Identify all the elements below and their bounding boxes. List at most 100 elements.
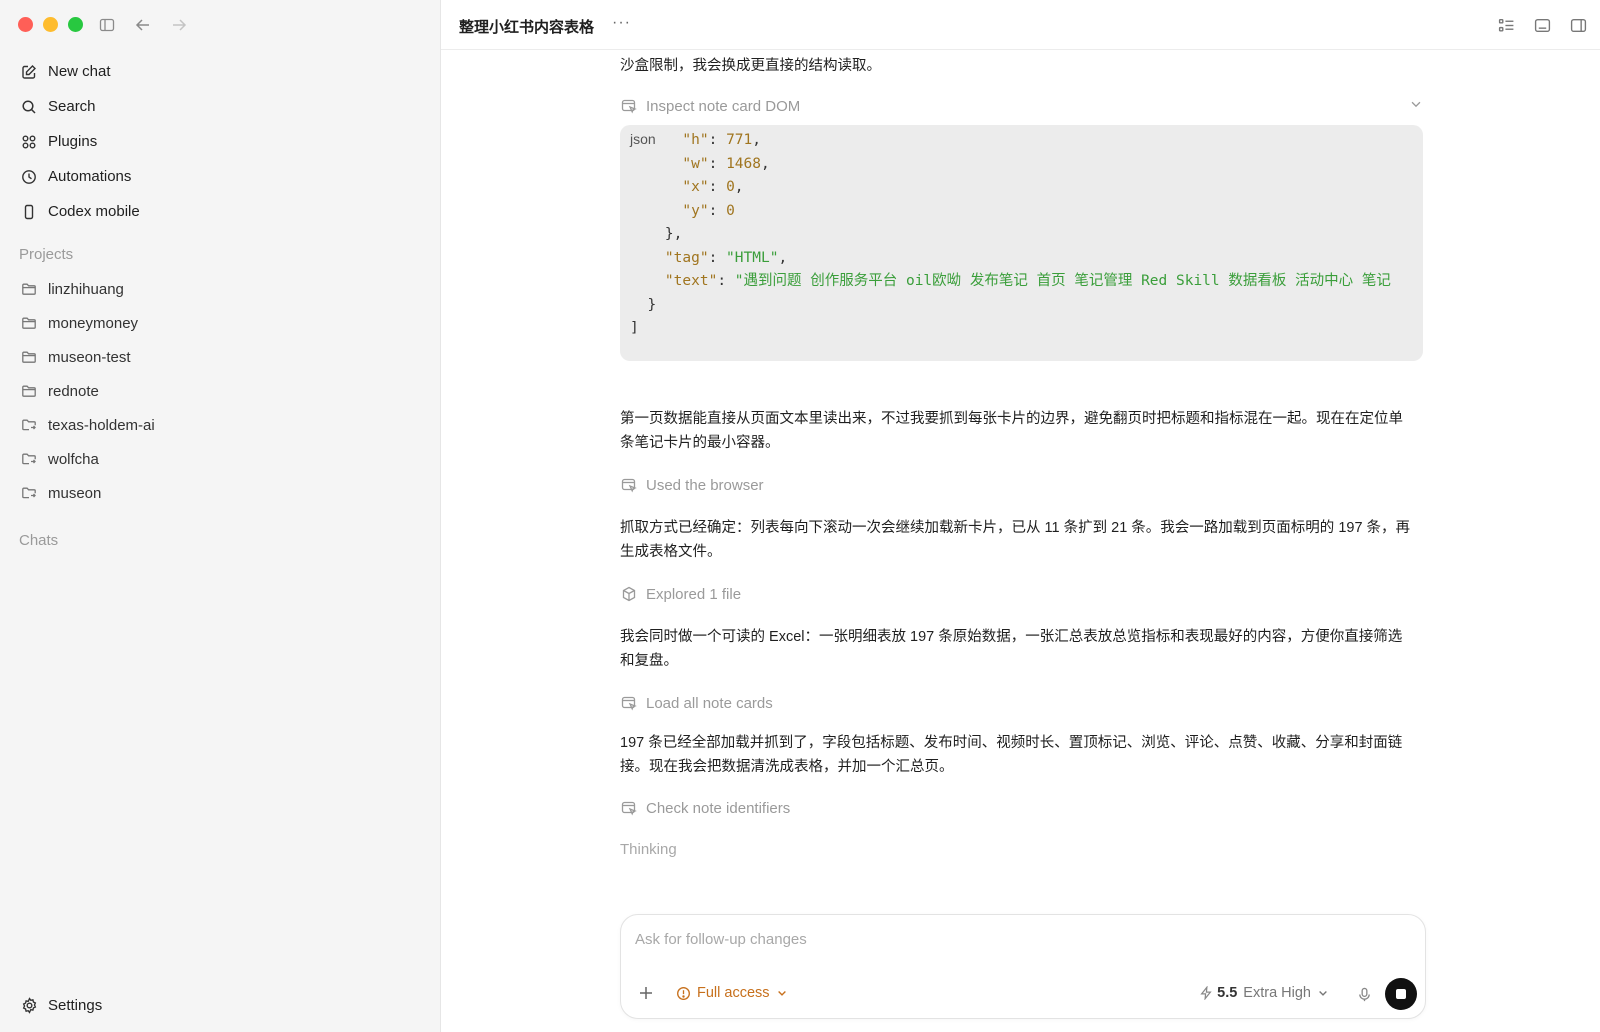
code-block: json "h": 771, "w": 1468, "x": 0, "y": 0… [620,125,1423,361]
message-text: 197 条已经全部加载并抓到了，字段包括标题、发布时间、视频时长、置顶标记、浏览… [620,735,1403,775]
folder-linked-icon [20,484,38,502]
folder-icon [20,348,38,366]
projects-heading: Projects [19,246,74,263]
nav-new-chat[interactable]: New chat [12,54,428,89]
top-bar: 整理小红书内容表格 ··· [441,0,1600,50]
project-item-texas-holdem-ai[interactable]: texas-holdem-ai [12,408,428,442]
nav-codex-mobile[interactable]: Codex mobile [12,194,428,229]
browser-tool-icon [620,97,638,115]
access-label: Full access [697,985,770,1001]
toggle-sidebar-icon[interactable] [96,14,118,36]
tool-call-inspect-dom[interactable]: Inspect note card DOM [620,95,1423,117]
thinking-status: Thinking [620,840,677,858]
project-list: linzhihuang moneymoney museon-test redno… [12,272,428,510]
forward-arrow-icon[interactable] [168,14,190,36]
project-label: linzhihuang [48,280,124,298]
project-item-museon-test[interactable]: museon-test [12,340,428,374]
stop-icon [1396,989,1406,999]
folder-linked-icon [20,416,38,434]
chats-heading: Chats [19,532,59,549]
tool-call-used-browser[interactable]: Used the browser [620,474,764,496]
app-window: New chat Search Plugins Automations Code… [0,0,1600,1032]
project-item-wolfcha[interactable]: wolfcha [12,442,428,476]
chevron-down-icon [776,987,788,999]
nav-search[interactable]: Search [12,89,428,124]
project-label: wolfcha [48,450,99,468]
window-toolbar [96,14,190,36]
tool-call-label: Check note identifiers [646,799,791,817]
folder-icon [20,314,38,332]
composer: Ask for follow-up changes Full access 5.… [620,914,1426,1019]
gear-icon [20,996,38,1014]
access-mode-dropdown[interactable]: Full access [675,985,788,1001]
sidebar: New chat Search Plugins Automations Code… [0,0,441,1032]
model-level: Extra High [1243,985,1311,1001]
minimize-window-button[interactable] [43,17,58,32]
folder-linked-icon [20,450,38,468]
top-actions [1496,15,1588,35]
model-version: 5.5 [1217,985,1238,1001]
tool-call-explored-file[interactable]: Explored 1 file [620,583,741,605]
message-text: 我会同时做一个可读的 Excel：一张明细表放 197 条原始数据，一张汇总表放… [620,629,1403,669]
cube-icon [620,585,638,603]
chevron-down-icon[interactable] [1409,97,1423,115]
nav-label: Codex mobile [48,203,140,220]
list-view-icon[interactable] [1496,15,1516,35]
microphone-icon[interactable] [1355,985,1373,1003]
tool-call-label: Explored 1 file [646,585,742,603]
nav-plugins[interactable]: Plugins [12,124,428,159]
plus-icon [640,987,652,999]
add-attachment-button[interactable] [635,983,657,1005]
tool-call-check-ids[interactable]: Check note identifiers [620,797,790,819]
message-text: 沙盒限制，我会换成更直接的结构读取。 [620,58,881,74]
primary-nav: New chat Search Plugins Automations Code… [12,54,428,229]
browser-tool-icon [620,476,638,494]
settings-label: Settings [48,996,103,1014]
zoom-window-button[interactable] [68,17,83,32]
chevron-down-icon [1317,987,1329,999]
project-item-moneymoney[interactable]: moneymoney [12,306,428,340]
message-text: 抓取方式已经确定：列表每向下滚动一次会继续加载新卡片，已从 11 条扩到 21 … [620,520,1411,560]
project-label: rednote [48,382,99,400]
browser-tool-icon [620,799,638,817]
terminal-panel-icon[interactable] [1532,15,1552,35]
tool-call-label: Load all note cards [646,694,773,712]
message-input[interactable]: Ask for follow-up changes [635,931,807,948]
project-item-rednote[interactable]: rednote [12,374,428,408]
stop-button[interactable] [1385,978,1417,1010]
project-item-museon[interactable]: museon [12,476,428,510]
grid-icon [20,133,38,151]
project-label: museon [48,484,102,502]
lightning-icon [1199,986,1213,1000]
tool-call-label: Used the browser [646,476,764,494]
folder-icon [20,280,38,298]
nav-label: Automations [48,168,132,185]
chat-title: 整理小红书内容表格 [459,19,595,36]
folder-icon [20,382,38,400]
project-label: moneymoney [48,314,139,332]
tool-call-label: Inspect note card DOM [646,97,801,115]
close-window-button[interactable] [18,17,33,32]
more-options-button[interactable]: ··· [612,14,631,32]
phone-icon [20,203,38,221]
project-label: texas-holdem-ai [48,416,155,434]
nav-label: Search [48,98,96,115]
side-panel-icon[interactable] [1568,15,1588,35]
project-item-linzhihuang[interactable]: linzhihuang [12,272,428,306]
nav-label: New chat [48,63,111,80]
nav-label: Plugins [48,133,98,150]
code-content: "h": 771, "w": 1468, "x": 0, "y": 0 }, "… [630,132,1391,336]
project-label: museon-test [48,348,131,366]
edit-icon [20,63,38,81]
tool-call-load-cards[interactable]: Load all note cards [620,692,773,714]
settings-button[interactable]: Settings [20,996,102,1014]
back-arrow-icon[interactable] [132,14,154,36]
browser-tool-icon [620,694,638,712]
search-icon [20,98,38,116]
message-text: 第一页数据能直接从页面文本里读出来，不过我要抓到每张卡片的边界，避免翻页时把标题… [620,411,1403,451]
warning-circle-icon [675,985,691,1001]
nav-automations[interactable]: Automations [12,159,428,194]
window-controls [18,17,83,32]
model-selector[interactable]: 5.5 Extra High [1199,985,1329,1001]
main-panel: 整理小红书内容表格 ··· 沙盒限制，我会换成更直接的结构读取。 Inspect… [441,0,1600,1032]
